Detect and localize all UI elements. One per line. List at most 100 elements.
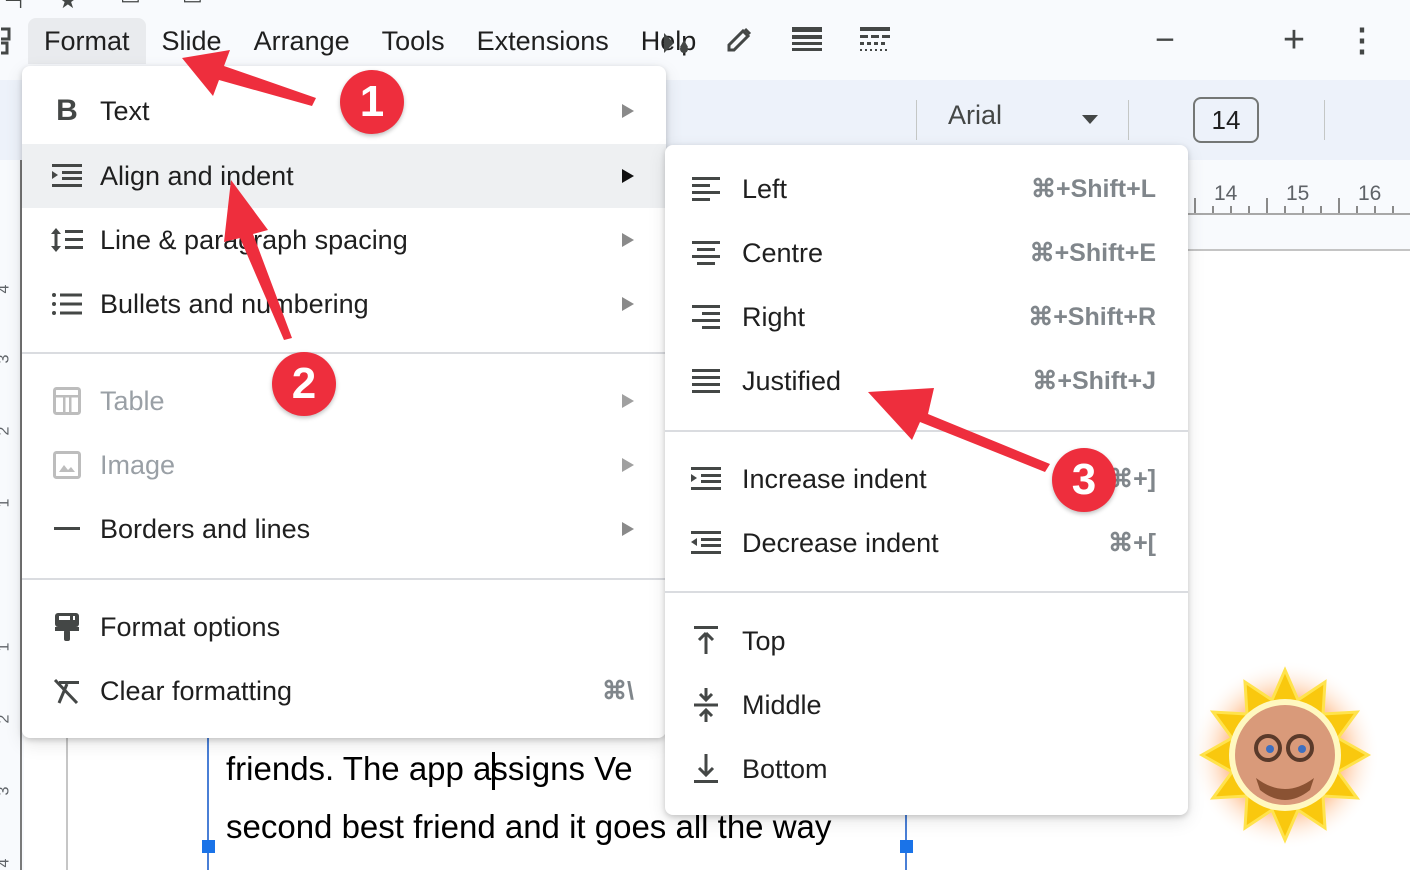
ruler-label: 3 [0,355,13,364]
menu-tools[interactable]: Tools [366,18,461,64]
menu-item-label: Line & paragraph spacing [100,224,408,255]
ruler-label: 16 [1358,182,1382,205]
text-cursor [492,752,495,790]
ruler-label: 1 [0,499,13,508]
toolbar-divider [1128,100,1129,140]
menu-item-label: Align and indent [100,160,294,191]
menu-item-label: Table [100,385,165,416]
font-size-input[interactable]: 14 [1193,97,1259,143]
ruler-label: 2 [0,427,13,436]
annotation-badge-3: 3 [1052,448,1116,512]
menu-item-label: Centre [742,237,824,268]
increase-font-size-button[interactable]: + [1276,0,1312,80]
menu-item-label: Decrease indent [742,527,939,558]
font-dropdown-caret-icon[interactable] [1082,115,1098,124]
resize-handle[interactable] [202,840,215,853]
menu-divider [665,591,1188,593]
menu-item-align-centre[interactable]: Centre ⌘+Shift+E [665,221,1188,285]
menu-item-image: Image [22,433,666,497]
horizontal-line-icon [50,512,84,546]
submenu-arrow-icon [622,233,634,247]
menu-item-align-and-indent[interactable]: Align and indent [22,144,666,208]
border-dash-icon[interactable] [858,0,892,80]
menu-item-vertical-middle[interactable]: Middle [665,673,1188,737]
menu-item-align-left[interactable]: Left ⌘+Shift+L [665,157,1188,221]
indent-decrease-icon [689,526,723,560]
menu-divider [22,578,666,580]
menu-item-vertical-bottom[interactable]: Bottom [665,737,1188,801]
move-to-folder-icon[interactable]: ▭ [120,0,141,8]
menu-item-align-justified[interactable]: Justified ⌘+Shift+J [665,349,1188,413]
vertical-align-middle-icon [689,688,723,722]
menu-item-shortcut: ⌘+[ [1108,529,1156,557]
ruler-label: 4 [0,859,13,868]
menu-slide[interactable]: Slide [146,18,238,64]
more-options-button[interactable]: ⋮ [1346,0,1378,80]
menu-divider [665,430,1188,432]
decrease-font-size-button[interactable]: − [1148,0,1182,80]
submenu-arrow-icon [622,394,634,408]
slide-text-line[interactable]: friends. The app assigns Ve [226,750,633,788]
star-icon[interactable]: ★ [58,0,78,12]
bulleted-list-icon [50,287,84,321]
align-center-icon [689,236,723,270]
user-avatar[interactable] [1190,660,1380,850]
clear-format-icon [50,674,84,708]
format-menu: B Text Align and indent Line & paragraph… [22,66,666,738]
vertical-ruler: 4 3 2 1 1 2 3 4 [0,160,22,870]
ruler-label: 4 [0,285,13,294]
menu-bar: t Format Slide Arrange Tools Extensions … [0,18,1410,64]
menu-item-label: Justified [742,365,842,396]
menu-item-label: Text [100,95,150,126]
toolbar-divider [1324,100,1325,140]
menu-item-align-right[interactable]: Right ⌘+Shift+R [665,285,1188,349]
menu-item-format-options[interactable]: Format options [22,595,666,659]
align-right-icon [689,300,723,334]
menu-item-label: Clear formatting [100,675,293,706]
align-indent-icon [50,159,84,193]
ruler-label: 14 [1214,182,1238,205]
menu-item-clear-formatting[interactable]: Clear formatting ⌘\ [22,659,666,723]
menu-format[interactable]: Format [28,18,146,64]
menu-item-line-paragraph-spacing[interactable]: Line & paragraph spacing [22,208,666,272]
cloud-status-icon[interactable]: ▭ [182,0,203,8]
browser-toolbar-strip: ⊣ ★ ▭ ▭ [0,0,1410,16]
menu-item-shortcut: ⌘+Shift+R [1028,303,1156,331]
horizontal-ruler: 14 15 16 [1188,160,1410,251]
resize-handle[interactable] [900,840,913,853]
ruler-label: 2 [0,715,13,724]
partial-toolbar-icon[interactable] [0,0,18,80]
menu-item-shortcut: ⌘+Shift+L [1030,175,1156,203]
menu-item-table: Table [22,369,666,433]
align-left-icon [689,172,723,206]
menu-item-bullets-numbering[interactable]: Bullets and numbering [22,272,666,336]
ruler-label: 1 [0,643,13,652]
menu-divider [22,352,666,354]
menu-item-decrease-indent[interactable]: Decrease indent ⌘+[ [665,511,1188,575]
menu-item-label: Left [742,173,788,204]
menu-item-borders-lines[interactable]: Borders and lines [22,497,666,561]
menu-item-label: Increase indent [742,463,927,494]
submenu-arrow-icon [622,169,634,183]
align-justify-icon [689,364,723,398]
indent-increase-icon [689,462,723,496]
fill-color-icon[interactable] [662,0,692,80]
menu-item-shortcut: ⌘+Shift+J [1032,367,1156,395]
menu-item-label: Middle [742,689,822,720]
submenu-arrow-icon [622,522,634,536]
font-family-select[interactable]: Arial [948,100,1002,131]
menu-arrange[interactable]: Arrange [238,18,366,64]
menu-item-label: Format options [100,611,281,642]
menu-item-vertical-top[interactable]: Top [665,609,1188,673]
submenu-arrow-icon [622,104,634,118]
menu-item-label: Right [742,301,806,332]
ruler-label: 15 [1286,182,1310,205]
menu-item-label: Bullets and numbering [100,288,369,319]
border-color-icon[interactable] [722,0,756,80]
annotation-badge-2: 2 [272,352,336,416]
table-icon [50,384,84,418]
submenu-arrow-icon [622,297,634,311]
menu-extensions[interactable]: Extensions [461,18,625,64]
bold-icon: B [56,94,78,127]
border-weight-icon[interactable] [790,0,824,80]
